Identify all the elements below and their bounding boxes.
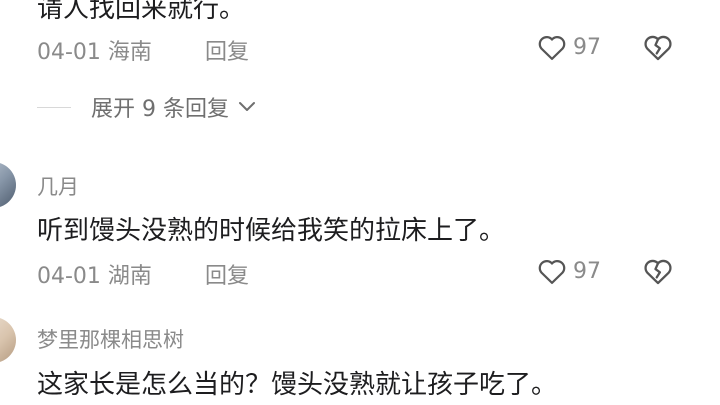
comment-username[interactable]: 几月 [37, 171, 79, 201]
avatar[interactable] [0, 317, 16, 363]
like-button[interactable]: 97 [537, 256, 601, 286]
dislike-button[interactable] [642, 256, 674, 286]
like-count: 97 [573, 258, 601, 284]
comment-date-location: 04-01 海南 [37, 40, 152, 65]
comment-meta-row: 04-01 海南 回复 97 [37, 32, 687, 65]
like-count: 97 [573, 34, 601, 60]
heart-outline-icon [538, 36, 566, 60]
comment-date-location: 04-01 湖南 [37, 264, 152, 289]
comment-meta-row: 04-01 湖南 回复 97 [37, 256, 687, 289]
expand-replies-label: 展开 9 条回复 [91, 97, 229, 122]
heart-outline-icon [538, 260, 566, 284]
broken-heart-icon [644, 259, 672, 285]
comment-text: 这家长是怎么当的？馒头没熟就让孩子吃了。 [37, 370, 558, 400]
like-button[interactable]: 97 [537, 32, 601, 62]
comment-text: 听到馒头没熟的时候给我笑的拉床上了。 [37, 216, 506, 246]
reply-button[interactable]: 回复 [205, 34, 249, 66]
avatar[interactable] [0, 162, 16, 208]
dislike-button[interactable] [642, 32, 674, 62]
expand-replies-button[interactable]: 展开 9 条回复 [37, 92, 257, 122]
reply-button[interactable]: 回复 [205, 258, 249, 290]
comment-text: 请人找回来就行。 [37, 0, 246, 24]
comment-username[interactable]: 梦里那棵相思树 [37, 324, 184, 354]
comment-list: 请人找回来就行。 04-01 海南 回复 97 展开 9 条回复 几月 听到馒头… [0, 0, 720, 405]
chevron-down-icon [238, 102, 255, 111]
broken-heart-icon [644, 35, 672, 61]
divider-line [37, 106, 71, 108]
